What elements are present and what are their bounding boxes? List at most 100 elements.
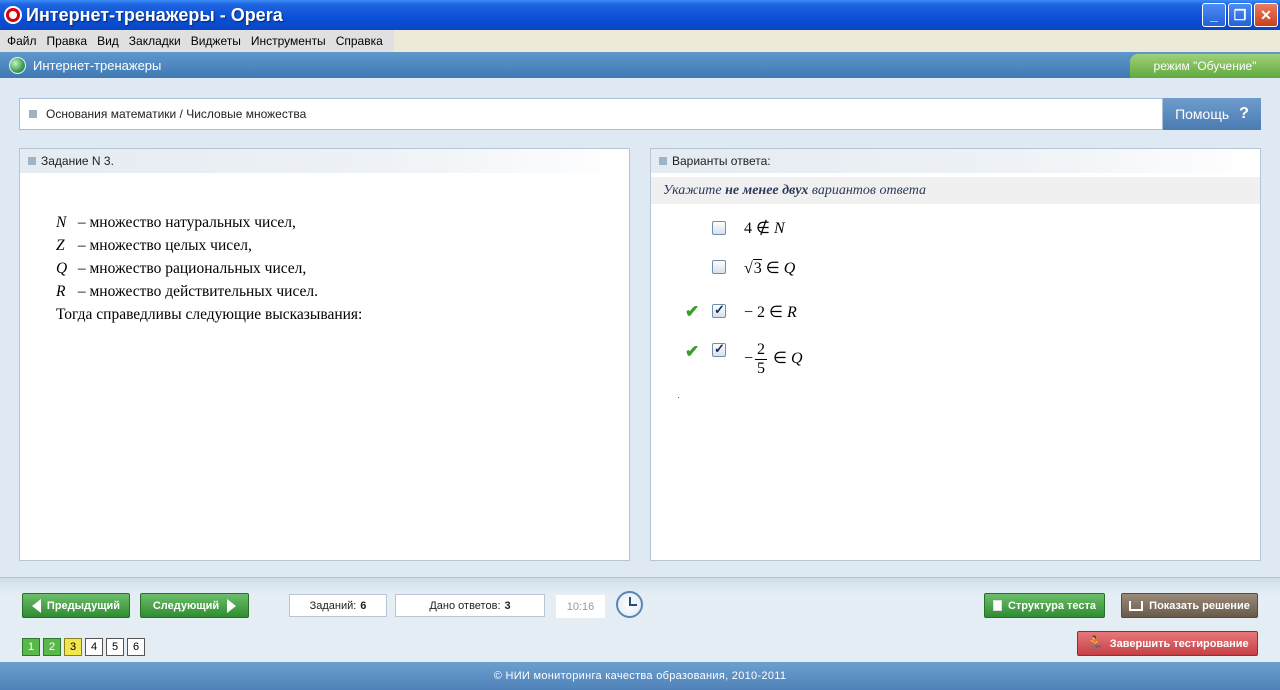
arrow-left-icon: [31, 598, 41, 613]
menu-bar: Файл Правка Вид Закладки Виджеты Инструм…: [0, 30, 1280, 52]
task-line-text: – множество целых чисел,: [74, 237, 252, 254]
sqrt-icon: √: [744, 260, 753, 277]
fraction-denominator: 5: [757, 360, 766, 377]
menu-file[interactable]: Файл: [7, 34, 37, 48]
answer-option-3: ✔ − 2 ∈ R: [651, 302, 1260, 322]
window-title: Интернет-тренажеры - Opera: [26, 4, 283, 25]
correct-check-icon: ✔: [685, 342, 700, 361]
show-solution-label: Показать решение: [1149, 599, 1250, 612]
expr-minus: −: [744, 350, 754, 368]
task-pagination: 1 2 3 4 5 6: [22, 638, 145, 656]
tasks-count-label: Заданий:: [309, 599, 357, 612]
task-line: Z – множество целых чисел,: [56, 234, 362, 257]
expr-set: N: [773, 220, 785, 237]
page-6[interactable]: 6: [127, 638, 145, 656]
arrow-right-icon: [227, 598, 237, 613]
restore-button[interactable]: ❐: [1228, 3, 1252, 27]
app-header: Интернет-тренажеры режим "Обучение": [0, 52, 1280, 78]
tasks-count: Заданий: 6: [289, 594, 387, 617]
mode-badge: режим "Обучение": [1130, 54, 1280, 78]
page-3[interactable]: 3: [64, 638, 82, 656]
answers-count-value: 3: [504, 599, 511, 612]
option-1-checkbox[interactable]: [712, 221, 726, 235]
window-titlebar: Интернет-тренажеры - Opera _ ❐ ✕: [0, 0, 1280, 30]
menu-bookmarks[interactable]: Закладки: [129, 34, 181, 48]
minimize-button[interactable]: _: [1202, 3, 1226, 27]
answer-option-1: 4 ∉ N: [651, 219, 1260, 237]
document-icon: [992, 600, 1002, 611]
expr-relation: ∈: [761, 260, 784, 277]
instruction-text: вариантов ответа: [811, 182, 926, 198]
footer-copyright: © НИИ мониторинга качества образования, …: [0, 662, 1280, 690]
expr-set: R: [786, 304, 797, 321]
globe-icon: [9, 56, 26, 74]
answer-option-2: √3 ∈ Q: [651, 259, 1260, 279]
next-label: Следующий: [152, 599, 220, 612]
expr-radicand: 3: [752, 259, 762, 277]
option-3-checkbox[interactable]: [712, 302, 726, 318]
expr-relation: ∈: [769, 350, 791, 368]
task-title: Задание N 3.: [41, 154, 114, 168]
answers-panel-header: Варианты ответа:: [651, 149, 1260, 173]
option-2-text: √3 ∈ Q: [744, 258, 795, 278]
show-solution-button[interactable]: Показать решение: [1121, 593, 1258, 618]
fraction: 25: [755, 341, 768, 378]
answers-title: Варианты ответа:: [672, 154, 771, 168]
instruction-text: Укажите: [663, 182, 722, 198]
task-panel-header: Задание N 3.: [20, 149, 629, 173]
task-panel: Задание N 3. N – множество натуральных ч…: [19, 148, 630, 561]
task-line-text: – множество рациональных чисел,: [74, 260, 307, 277]
set-symbol: Z: [56, 237, 65, 254]
breadcrumb: Основания математики / Числовые множеств…: [19, 98, 1163, 130]
answer-option-4: ✔ −25 ∈ Q: [651, 341, 1260, 383]
test-structure-button[interactable]: Структура теста: [984, 593, 1105, 618]
help-label: Помощь: [1175, 106, 1230, 122]
option-4-checkbox[interactable]: [712, 341, 726, 357]
page-2[interactable]: 2: [43, 638, 61, 656]
expr-relation: ∉: [752, 220, 774, 237]
help-button[interactable]: Помощь ?: [1163, 98, 1261, 130]
option-2-checkbox[interactable]: [712, 260, 726, 274]
option-1-text: 4 ∉ N: [744, 218, 785, 238]
task-line: R – множество действительных чисел.: [56, 280, 362, 303]
book-icon: [1129, 600, 1144, 611]
breadcrumb-text: Основания математики / Числовые множеств…: [46, 107, 307, 121]
menu-edit[interactable]: Правка: [47, 34, 88, 48]
close-button[interactable]: ✕: [1254, 3, 1278, 27]
menu-tools[interactable]: Инструменты: [251, 34, 326, 48]
finish-test-button[interactable]: 🏃 Завершить тестирование: [1077, 631, 1258, 656]
set-symbol: Q: [56, 260, 68, 277]
menu-help[interactable]: Справка: [336, 34, 383, 48]
page-1[interactable]: 1: [22, 638, 40, 656]
next-button[interactable]: Следующий: [140, 593, 249, 618]
tasks-count-value: 6: [360, 599, 367, 612]
previous-button[interactable]: Предыдущий: [22, 593, 130, 618]
runner-icon: 🏃: [1086, 635, 1104, 651]
task-line-text: – множество действительных чисел.: [74, 283, 318, 300]
expr-set: Q: [790, 350, 803, 368]
task-text: N – множество натуральных чисел, Z – мно…: [56, 211, 362, 326]
clock-icon: [616, 591, 643, 618]
set-symbol: R: [56, 283, 66, 300]
expr-left: 4: [744, 220, 752, 237]
option-3-text: − 2 ∈ R: [744, 302, 797, 322]
fraction-numerator: 2: [755, 341, 768, 360]
timer: 10:16: [556, 595, 605, 618]
option-4-text: −2 5 ∈ Q: [744, 341, 803, 378]
menu-widgets[interactable]: Виджеты: [191, 34, 241, 48]
app-title: Интернет-тренажеры: [33, 57, 162, 73]
task-line: Q – множество рациональных чисел,: [56, 257, 362, 280]
question-icon: ?: [1239, 105, 1249, 122]
answers-count: Дано ответов: 3: [395, 594, 545, 617]
task-line-text: – множество натуральных чисел,: [74, 214, 296, 231]
menu-view[interactable]: Вид: [97, 34, 119, 48]
expr-set: Q: [783, 260, 796, 277]
answers-panel: Варианты ответа: Укажите не менее двух в…: [650, 148, 1261, 561]
page-5[interactable]: 5: [106, 638, 124, 656]
page-4[interactable]: 4: [85, 638, 103, 656]
stray-dot: [678, 397, 679, 398]
task-line: N – множество натуральных чисел,: [56, 211, 362, 234]
previous-label: Предыдущий: [46, 599, 121, 612]
set-symbol: N: [56, 214, 67, 231]
square-bullet-icon: [659, 157, 667, 165]
